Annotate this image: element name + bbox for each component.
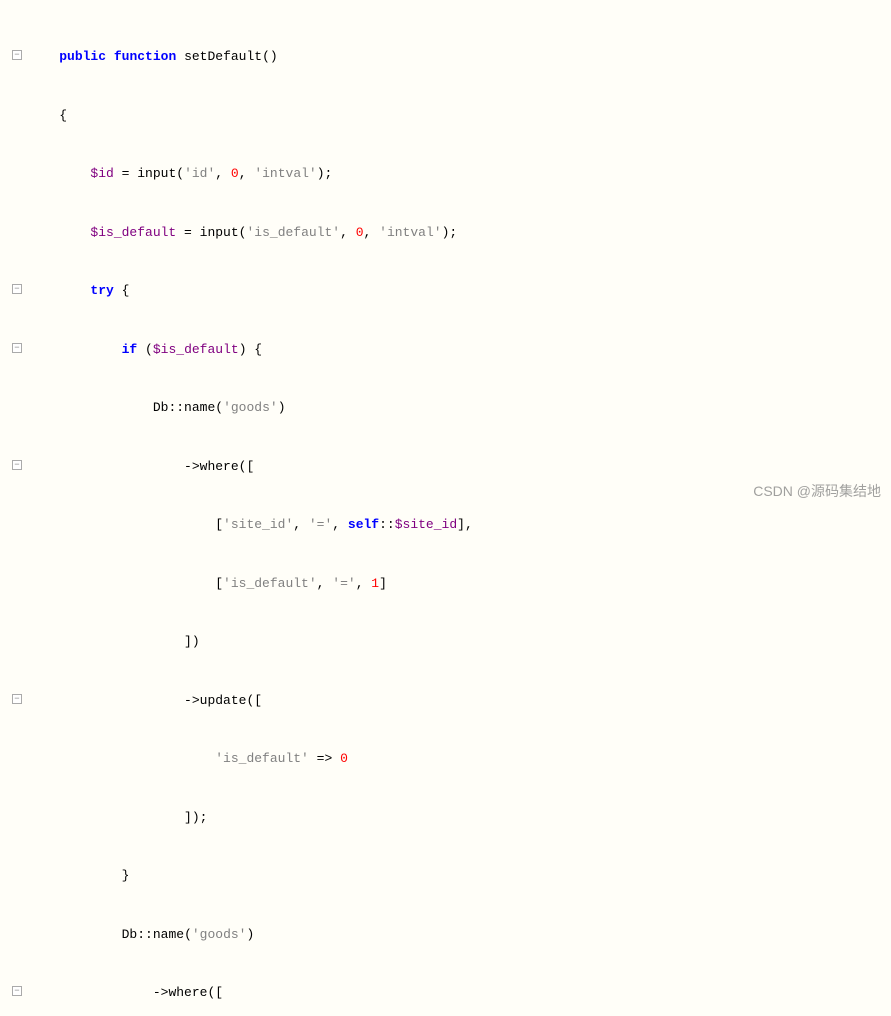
code-line: − ->where([: [4, 457, 887, 477]
code-line: ]): [4, 632, 887, 652]
code-line: $id = input('id', 0, 'intval');: [4, 164, 887, 184]
fold-gutter: [4, 574, 28, 594]
fold-gutter: [4, 808, 28, 828]
fold-toggle[interactable]: −: [12, 986, 22, 996]
fold-gutter: −: [4, 340, 28, 360]
fold-toggle[interactable]: −: [12, 343, 22, 353]
fold-gutter: [4, 223, 28, 243]
fold-gutter: [4, 164, 28, 184]
fold-gutter: [4, 925, 28, 945]
fold-toggle[interactable]: −: [12, 694, 22, 704]
code-line: ['site_id', '=', self::$site_id],: [4, 515, 887, 535]
fold-gutter: −: [4, 281, 28, 301]
fold-gutter: −: [4, 691, 28, 711]
fold-toggle[interactable]: −: [12, 460, 22, 470]
code-line: }: [4, 866, 887, 886]
fold-gutter: [4, 106, 28, 126]
fold-toggle[interactable]: −: [12, 284, 22, 294]
fold-gutter: [4, 515, 28, 535]
code-line: 'is_default' => 0: [4, 749, 887, 769]
code-line: {: [4, 106, 887, 126]
code-line: − public function setDefault(): [4, 47, 887, 67]
code-line: − ->update([: [4, 691, 887, 711]
code-line: Db::name('goods'): [4, 398, 887, 418]
fold-gutter: −: [4, 457, 28, 477]
fold-gutter: [4, 398, 28, 418]
code-line: $is_default = input('is_default', 0, 'in…: [4, 223, 887, 243]
code-line: Db::name('goods'): [4, 925, 887, 945]
code-line: − if ($is_default) {: [4, 340, 887, 360]
watermark: CSDN @源码集结地: [753, 481, 881, 502]
code-line: − try {: [4, 281, 887, 301]
fold-gutter: [4, 749, 28, 769]
fold-toggle[interactable]: −: [12, 50, 22, 60]
fold-gutter: [4, 632, 28, 652]
code-block: − public function setDefault() { $id = i…: [0, 0, 891, 1016]
code-line: ['is_default', '=', 1]: [4, 574, 887, 594]
fold-gutter: [4, 866, 28, 886]
code-line: ]);: [4, 808, 887, 828]
fold-gutter: −: [4, 983, 28, 1003]
fold-gutter: −: [4, 47, 28, 67]
code-line: − ->where([: [4, 983, 887, 1003]
